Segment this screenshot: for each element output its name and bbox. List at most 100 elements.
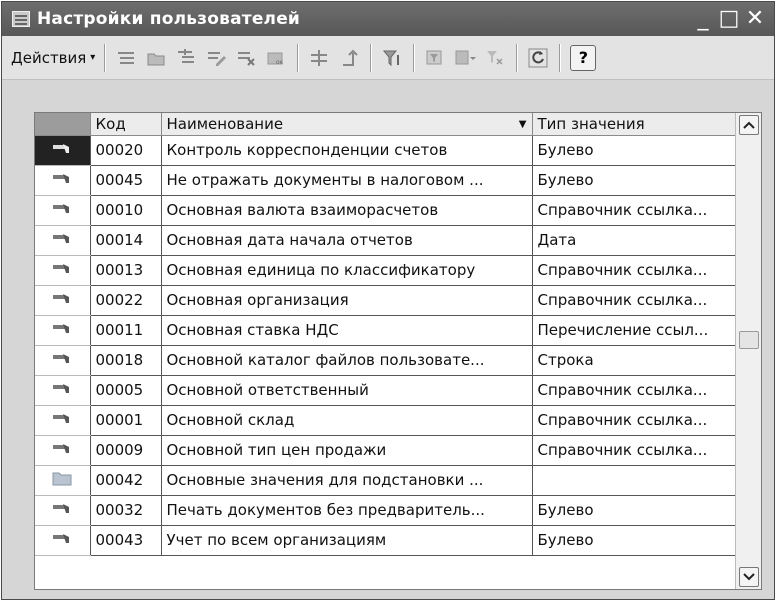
cell-code[interactable]: 00013 <box>90 255 162 286</box>
cell-type[interactable]: Перечисление ссыл... <box>532 315 736 346</box>
cell-type[interactable]: Дата <box>532 225 736 256</box>
header-type[interactable]: Тип значения <box>532 113 736 136</box>
cell-code[interactable]: 00022 <box>90 285 162 316</box>
up-level-button[interactable] <box>336 45 362 71</box>
toolbar-separator <box>104 43 106 72</box>
cell-code[interactable]: 00020 <box>90 135 162 166</box>
cell-type[interactable]: Справочник ссылка... <box>532 375 736 406</box>
refresh-button[interactable] <box>525 45 551 71</box>
cell-name[interactable]: Основная ставка НДС <box>161 315 533 346</box>
cell-type[interactable]: Строка <box>532 345 736 376</box>
filter-list-button[interactable] <box>422 45 448 71</box>
setting-item-icon <box>35 315 91 346</box>
setting-item-icon <box>35 375 91 406</box>
scroll-down-button[interactable] <box>739 567 759 587</box>
setting-item-icon <box>35 285 91 316</box>
table-row[interactable]: 00010 Основная валюта взаиморасчетов Справ… <box>35 195 736 226</box>
mark-delete-icon: ок <box>267 52 284 66</box>
cell-code[interactable]: 00018 <box>90 345 162 376</box>
cell-name[interactable]: Основные значения для подстановки ... <box>161 465 533 496</box>
table-row[interactable]: 00042 Основные значения для подстановки .… <box>35 465 736 496</box>
filter-history-button[interactable] <box>452 45 478 71</box>
cell-type[interactable]: Справочник ссылка... <box>532 255 736 286</box>
minimize-button[interactable]: _ <box>690 6 716 32</box>
help-button[interactable]: ? <box>570 44 597 71</box>
filter-button[interactable] <box>379 45 405 71</box>
table-row[interactable]: 00011 Основная ставка НДС Перечисление ссы… <box>35 315 736 346</box>
cell-name[interactable]: Основной каталог файлов пользовате... <box>161 345 533 376</box>
cell-name[interactable]: Основной тип цен продажи <box>161 435 533 466</box>
cell-code[interactable]: 00043 <box>90 525 162 556</box>
table-row[interactable]: 00020 Контроль корреспонденции счетов Буле… <box>35 135 736 166</box>
scroll-up-button[interactable] <box>739 115 759 135</box>
cell-code[interactable]: 00005 <box>90 375 162 406</box>
table-row[interactable]: 00009 Основной тип цен продажи Справочник … <box>35 435 736 466</box>
mark-delete-button[interactable]: ок <box>263 45 289 71</box>
table-row[interactable]: 00001 Основной склад Справочник ссылка... <box>35 405 736 436</box>
vertical-scrollbar[interactable] <box>735 113 761 589</box>
settings-grid: Код Наименование ▼ Тип значения 00020 Конт… <box>35 113 736 556</box>
add-folder-button[interactable] <box>143 45 169 71</box>
clear-filter-button[interactable] <box>482 45 508 71</box>
cell-name[interactable]: Основная дата начала отчетов <box>161 225 533 256</box>
maximize-button[interactable]: □ <box>716 6 742 32</box>
cell-type[interactable] <box>532 465 736 496</box>
settings-table[interactable]: Код Наименование ▼ Тип значения 00020 Конт… <box>34 112 762 590</box>
cell-code[interactable]: 00045 <box>90 165 162 196</box>
setting-item-icon <box>35 345 91 376</box>
header-name-label: Наименование <box>166 114 284 133</box>
edit-button[interactable] <box>203 45 229 71</box>
cell-code[interactable]: 00009 <box>90 435 162 466</box>
cell-type[interactable]: Булево <box>532 495 736 526</box>
cell-name[interactable]: Основной склад <box>161 405 533 436</box>
toolbar-separator <box>516 43 518 72</box>
table-row[interactable]: 00032 Печать документов без предваритель.… <box>35 495 736 526</box>
cell-type[interactable]: Справочник ссылка... <box>532 405 736 436</box>
cell-name[interactable]: Основная валюта взаиморасчетов <box>161 195 533 226</box>
cell-code[interactable]: 00032 <box>90 495 162 526</box>
cell-name[interactable]: Учет по всем организациям <box>161 525 533 556</box>
actions-menu-button[interactable]: Действия ▾ <box>8 44 98 72</box>
table-row[interactable]: 00014 Основная дата начала отчетов Дата <box>35 225 736 256</box>
close-button[interactable]: ✕ <box>742 6 768 32</box>
cell-name[interactable]: Не отражать документы в налоговом ... <box>161 165 533 196</box>
table-row[interactable]: 00043 Учет по всем организациям Булево <box>35 525 736 556</box>
table-row[interactable]: 00045 Не отражать документы в налоговом .… <box>35 165 736 196</box>
table-row[interactable]: 00022 Основная организация Справочник ссыл… <box>35 285 736 316</box>
cell-code[interactable]: 00014 <box>90 225 162 256</box>
table-row[interactable]: 00018 Основной каталог файлов пользовате.… <box>35 345 736 376</box>
toolbar-separator <box>370 43 372 72</box>
hierarchy-button[interactable] <box>306 45 332 71</box>
cell-type[interactable]: Булево <box>532 135 736 166</box>
clear-filter-icon <box>487 50 503 65</box>
cell-name[interactable]: Контроль корреспонденции счетов <box>161 135 533 166</box>
cell-code[interactable]: 00001 <box>90 405 162 436</box>
cell-code[interactable]: 00042 <box>90 465 162 496</box>
scroll-thumb[interactable] <box>739 331 759 349</box>
cell-name[interactable]: Основной ответственный <box>161 375 533 406</box>
filter-icon <box>383 50 400 66</box>
cell-type[interactable]: Справочник ссылка... <box>532 195 736 226</box>
add-button[interactable] <box>113 45 139 71</box>
title-bar[interactable]: Настройки пользователей _ □ ✕ <box>2 2 774 36</box>
copy-button[interactable] <box>173 45 199 71</box>
folder-icon <box>35 465 91 496</box>
table-row[interactable]: 00005 Основной ответственный Справочник сс… <box>35 375 736 406</box>
cell-type[interactable]: Справочник ссылка... <box>532 285 736 316</box>
cell-name[interactable]: Печать документов без предваритель... <box>161 495 533 526</box>
header-code[interactable]: Код <box>90 113 162 136</box>
cell-name[interactable]: Основная организация <box>161 285 533 316</box>
cell-type[interactable]: Булево <box>532 165 736 196</box>
header-name[interactable]: Наименование ▼ <box>161 113 533 136</box>
table-row[interactable]: 00013 Основная единица по классификатору С… <box>35 255 736 286</box>
cell-type[interactable]: Справочник ссылка... <box>532 435 736 466</box>
cell-code[interactable]: 00011 <box>90 315 162 346</box>
delete-button[interactable] <box>233 45 259 71</box>
sort-descending-icon: ▼ <box>518 118 527 130</box>
hierarchy-icon <box>311 49 328 66</box>
header-icon-column[interactable] <box>35 113 91 136</box>
cell-type[interactable]: Булево <box>532 525 736 556</box>
cell-name[interactable]: Основная единица по классификатору <box>161 255 533 286</box>
copy-icon <box>178 48 195 63</box>
cell-code[interactable]: 00010 <box>90 195 162 226</box>
